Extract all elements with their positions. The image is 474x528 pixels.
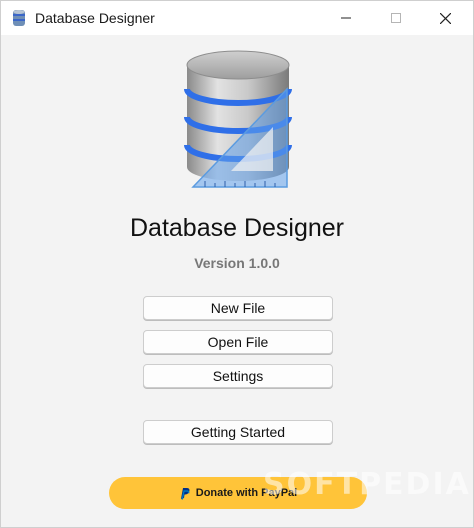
version-label: Version 1.0.0 — [194, 255, 280, 271]
app-name-heading: Database Designer — [129, 214, 344, 242]
paypal-icon — [180, 487, 190, 500]
donate-paypal-button[interactable]: Donate with PayPal — [109, 477, 367, 509]
title-bar[interactable]: Database Designer — [1, 1, 473, 35]
close-button[interactable] — [422, 1, 468, 35]
new-file-button[interactable]: New File — [143, 296, 333, 320]
minimize-icon — [341, 17, 351, 19]
maximize-icon — [391, 13, 401, 23]
minimize-button[interactable] — [323, 1, 369, 35]
app-window: Database Designer Database Designer Vers… — [0, 0, 474, 528]
window-title: Database Designer — [35, 10, 155, 26]
settings-button[interactable]: Settings — [143, 364, 333, 388]
close-icon — [439, 12, 451, 24]
maximize-button[interactable] — [373, 1, 419, 35]
database-icon — [13, 10, 25, 26]
open-file-button[interactable]: Open File — [143, 330, 333, 354]
donate-label: Donate with PayPal — [195, 487, 298, 499]
database-designer-logo — [184, 50, 292, 188]
getting-started-button[interactable]: Getting Started — [143, 420, 333, 444]
